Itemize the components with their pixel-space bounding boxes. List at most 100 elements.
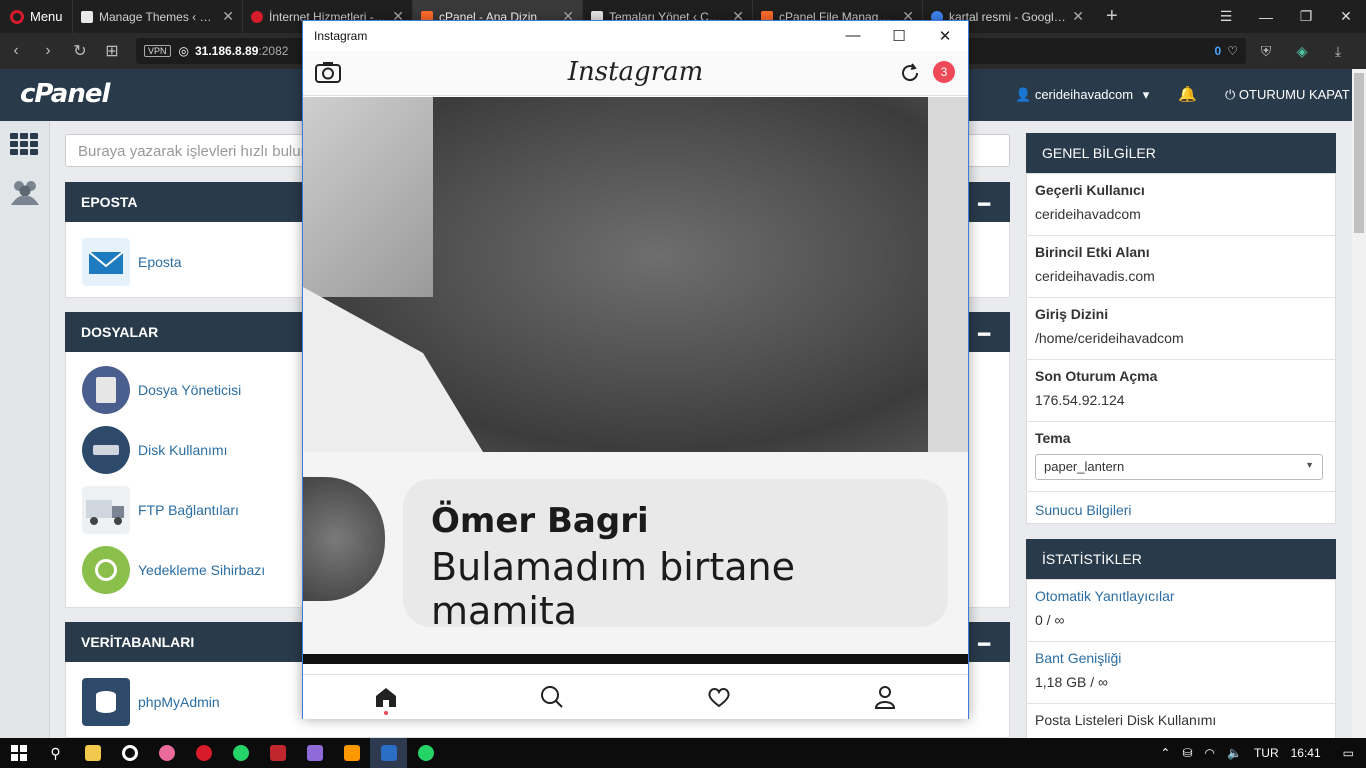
instagram-app-bar: Instagram 3 [303, 51, 968, 96]
app-icon[interactable] [259, 738, 296, 768]
email-item[interactable]: Eposta [82, 238, 182, 286]
commenter-avatar [303, 477, 385, 601]
volume-icon[interactable]: 🔈 [1221, 746, 1248, 760]
sublime-text-icon[interactable] [333, 738, 370, 768]
chevron-up-icon[interactable]: ⌃ [1154, 746, 1176, 760]
download-icon[interactable]: ⤓ [1320, 43, 1356, 60]
panel-title: VERİTABANLARI [81, 634, 195, 650]
ftp-truck-icon [82, 486, 130, 534]
nav-activity[interactable] [636, 675, 802, 719]
theme-select[interactable]: paper_lantern ▼ [1035, 454, 1323, 480]
file-manager-label: Dosya Yöneticisi [138, 382, 242, 398]
minimize-icon[interactable]: — [830, 27, 876, 45]
cpanel-logo[interactable]: cPanel [20, 79, 110, 109]
page-scrollbar[interactable] [1352, 69, 1366, 738]
wifi-icon[interactable]: ◠ [1199, 746, 1221, 760]
collapse-icon[interactable]: ━ [978, 632, 990, 657]
forward-icon[interactable]: › [32, 42, 64, 60]
extension-icon[interactable]: ◈ [1284, 43, 1320, 60]
page-favicon-icon [81, 10, 93, 23]
dropdown-arrow-icon: ▼ [1305, 460, 1314, 470]
home-dir-row: Giriş Dizini /home/cerideihavadcom [1027, 298, 1335, 360]
language-indicator[interactable]: TUR [1248, 746, 1285, 760]
back-icon[interactable]: ‹ [0, 42, 32, 60]
apps-grid-icon[interactable] [10, 133, 38, 155]
heart-icon[interactable]: ♡ [1227, 44, 1238, 58]
backup-wizard-item[interactable]: Yedekleme Sihirbazı [82, 546, 265, 594]
opera-menu-button[interactable]: Menu [0, 0, 72, 33]
bandwidth-row: Bant Genişliği 1,18 GB / ∞ [1027, 642, 1335, 704]
whatsapp-icon[interactable] [407, 738, 444, 768]
mailing-lists-label: Posta Listeleri Disk Kullanımı [1035, 712, 1217, 728]
whatsapp-icon[interactable] [222, 738, 259, 768]
close-icon[interactable]: ✕ [922, 27, 968, 45]
database-icon [82, 678, 130, 726]
notification-badge[interactable]: 3 [933, 61, 955, 83]
disk-usage-item[interactable]: Disk Kullanımı [82, 426, 227, 474]
collapse-icon[interactable]: ━ [978, 322, 990, 347]
opera-icon[interactable] [185, 738, 222, 768]
shield-icon[interactable]: ⛨ [1248, 43, 1284, 60]
restore-icon[interactable]: ❐ [1286, 8, 1326, 25]
backup-wizard-label: Yedekleme Sihirbazı [138, 562, 266, 578]
ftp-item[interactable]: FTP Bağlantıları [82, 486, 239, 534]
system-tray: ⌃ ⛁ ◠ 🔈 TUR 16:41 ▭ [1154, 738, 1366, 768]
new-tab-button[interactable]: + [1092, 5, 1132, 28]
stats-panel: Otomatik Yanıtlayıcılar 0 / ∞ Bant Geniş… [1026, 579, 1336, 738]
bandwidth-link[interactable]: Bant Genişliği [1035, 650, 1327, 666]
reload-icon[interactable]: ↻ [64, 41, 96, 61]
autoresponders-link[interactable]: Otomatik Yanıtlayıcılar [1035, 588, 1327, 604]
autoresponders-value: 0 / ∞ [1035, 612, 1065, 628]
refresh-icon[interactable] [899, 62, 921, 84]
app-icon[interactable] [148, 738, 185, 768]
cortana-icon[interactable] [111, 738, 148, 768]
maximize-icon[interactable]: ☐ [876, 27, 922, 45]
tab-menu-icon[interactable]: ☰ [1206, 8, 1246, 25]
nav-home[interactable] [303, 675, 469, 719]
windows-start-icon[interactable] [0, 738, 37, 768]
nav-profile[interactable] [802, 675, 968, 719]
disk-usage-label: Disk Kullanımı [138, 442, 228, 458]
vpn-badge[interactable]: VPN [144, 45, 171, 57]
logout-icon: ⏻ [1225, 87, 1236, 102]
phpmyadmin-item[interactable]: phpMyAdmin [82, 678, 220, 726]
network-icon[interactable]: ⛁ [1176, 746, 1198, 760]
instagram-logo: Instagram [567, 57, 704, 87]
logout-button[interactable]: ⏻ OTURUMU KAPAT [1225, 87, 1350, 103]
browser-tab-1[interactable]: Manage Themes ‹ Dem ✕ [72, 0, 242, 33]
instagram-titlebar[interactable]: Instagram — ☐ ✕ [303, 21, 968, 51]
current-user-value: cerideihavadcom [1035, 206, 1141, 222]
tabs-grid-icon[interactable]: ⊞ [96, 41, 128, 61]
home-dir-label: Giriş Dizini [1035, 306, 1109, 322]
envelope-icon [82, 238, 130, 286]
clock[interactable]: 16:41 [1285, 746, 1337, 760]
heart-icon [708, 688, 730, 708]
instagram-bottom-nav [303, 674, 968, 719]
nav-search[interactable] [469, 675, 635, 719]
home-icon [376, 688, 397, 707]
file-cabinet-icon [82, 366, 130, 414]
close-tab-icon[interactable]: ✕ [1072, 8, 1084, 25]
autoresponders-row: Otomatik Yanıtlayıcılar 0 / ∞ [1027, 580, 1335, 642]
server-info-link[interactable]: Sunucu Bilgileri [1035, 502, 1132, 518]
instagram-taskbar-icon[interactable] [370, 738, 407, 768]
app-icon[interactable] [296, 738, 333, 768]
minimize-icon[interactable]: — [1246, 9, 1286, 25]
file-manager-item[interactable]: Dosya Yöneticisi [82, 366, 241, 414]
collapse-icon[interactable]: ━ [978, 192, 990, 217]
cpanel-sidebar [0, 121, 50, 738]
bell-icon[interactable]: 🔔 [1178, 85, 1197, 103]
mailing-lists-row: Posta Listeleri Disk Kullanımı [1027, 704, 1335, 736]
theme-label: Tema [1035, 430, 1071, 446]
users-icon[interactable] [9, 177, 41, 207]
close-icon[interactable]: ✕ [1326, 8, 1366, 25]
close-tab-icon[interactable]: ✕ [222, 8, 234, 25]
user-menu[interactable]: 👤 cerideihavadcom ▾ [1015, 87, 1149, 103]
primary-domain-row: Birincil Etki Alanı cerideihavadis.com [1027, 236, 1335, 298]
adblock-count[interactable]: 0 [1215, 44, 1222, 58]
theme-selected-value: paper_lantern [1044, 459, 1125, 474]
site-favicon-icon [251, 10, 263, 23]
notification-icon[interactable]: ▭ [1337, 746, 1366, 760]
file-explorer-icon[interactable] [74, 738, 111, 768]
search-icon[interactable]: ⚲ [37, 738, 74, 768]
